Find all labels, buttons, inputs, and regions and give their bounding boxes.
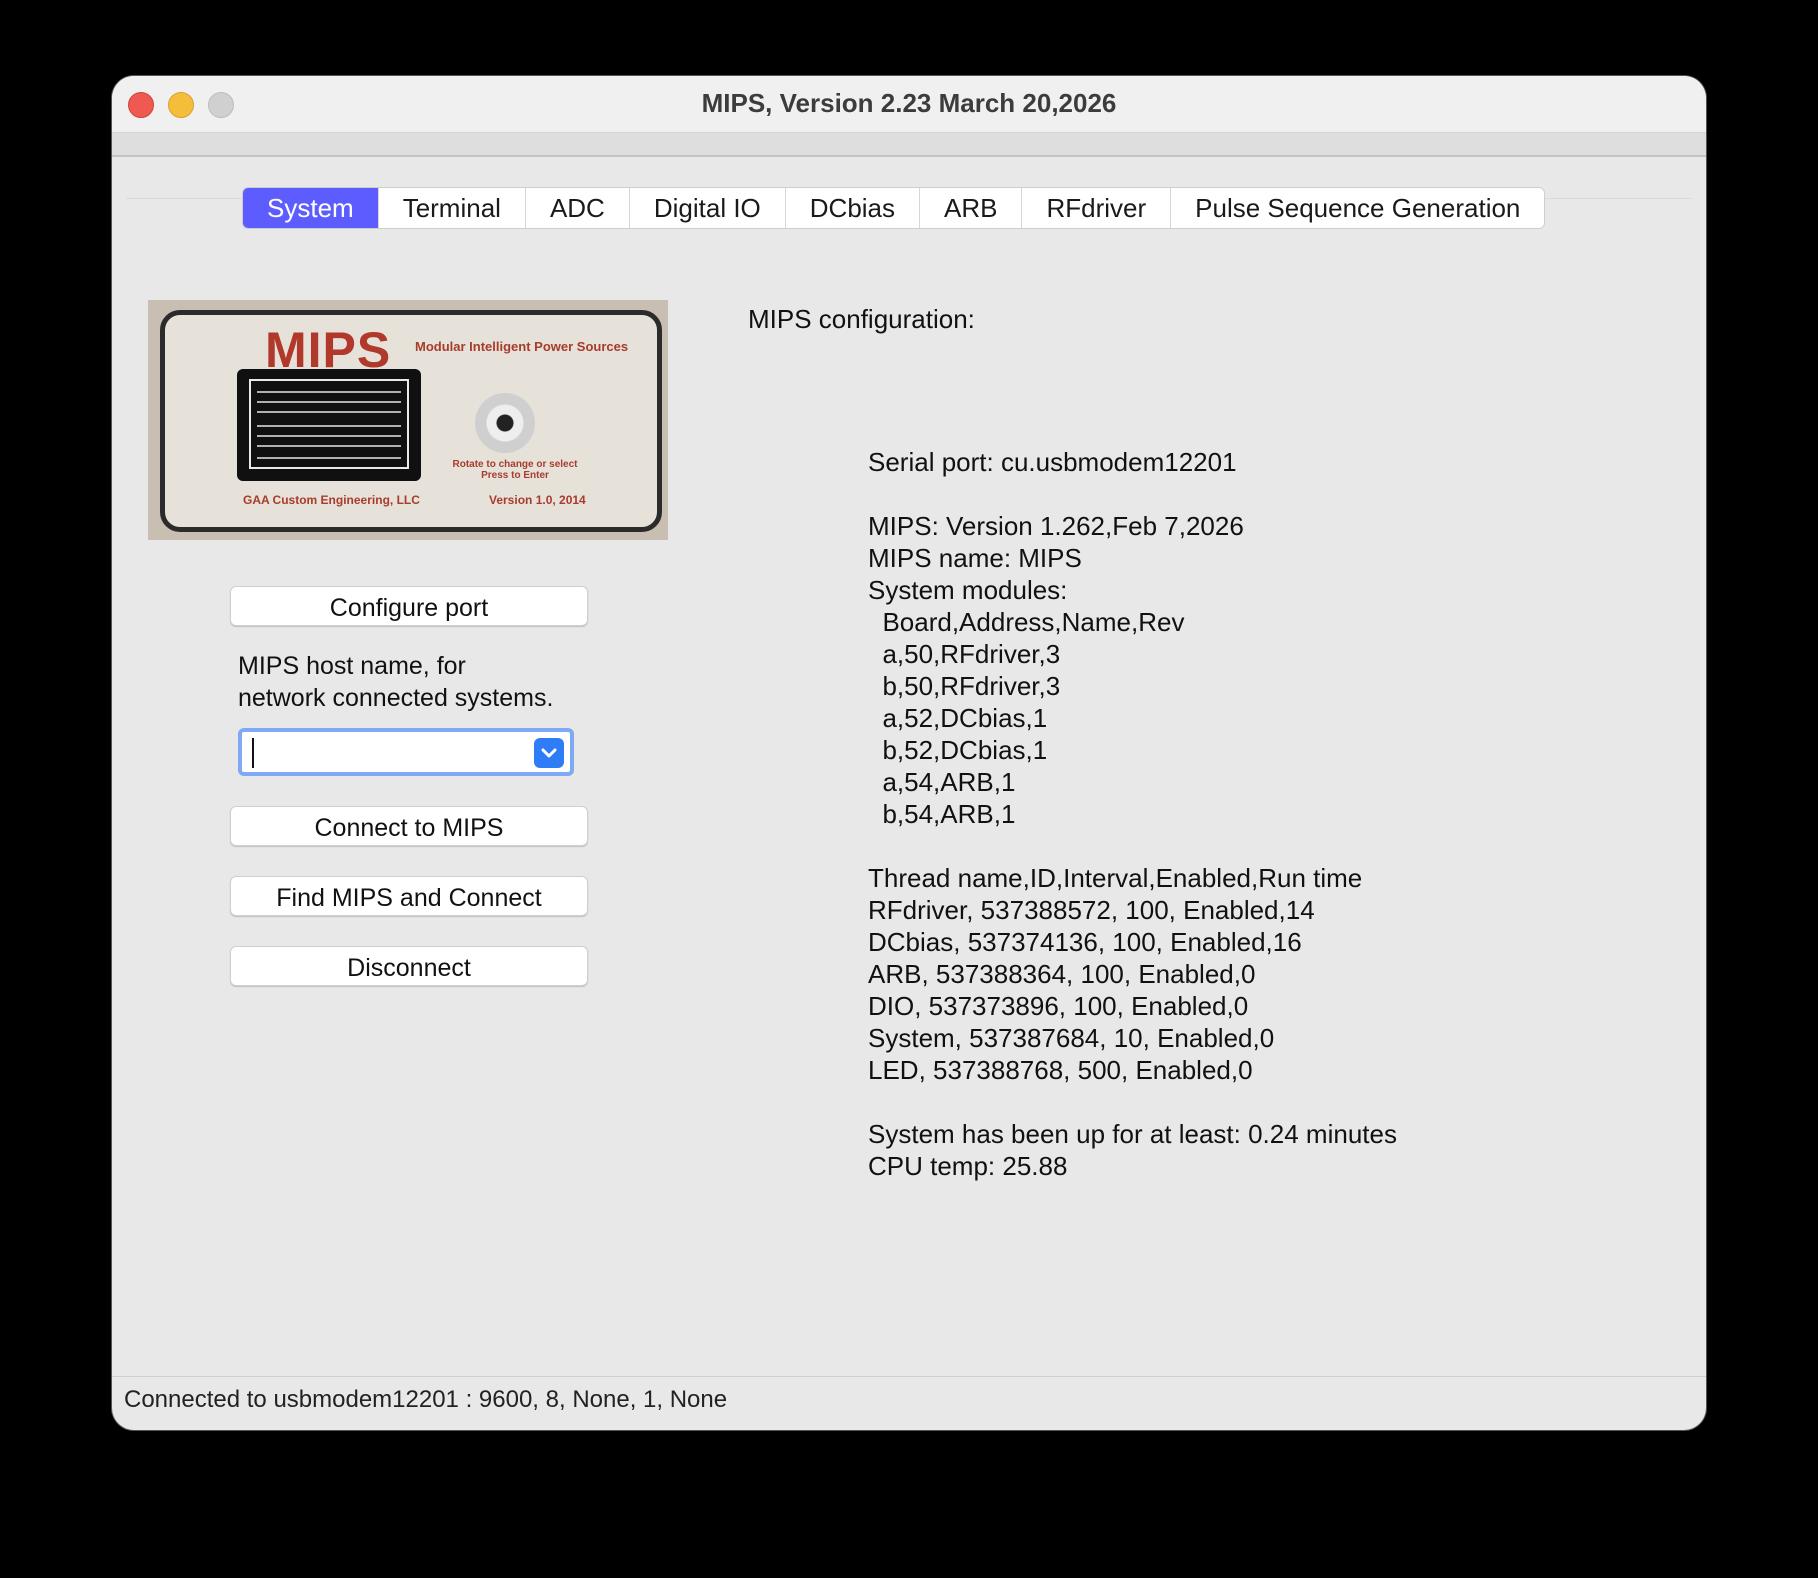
disconnect-button[interactable]: Disconnect	[230, 946, 588, 986]
screen-text-line	[257, 435, 401, 437]
status-bar-text: Connected to usbmodem12201 : 9600, 8, No…	[124, 1386, 728, 1413]
mips-device-image: MIPS Modular Intelligent Power Sources R…	[148, 300, 668, 540]
tab-system[interactable]: System	[243, 188, 379, 228]
screen-text-line	[257, 457, 401, 459]
screen-text-line	[257, 391, 401, 393]
tab-digital-io[interactable]: Digital IO	[630, 188, 786, 228]
device-knob-label: Rotate to change or select Press to Ente…	[452, 459, 578, 481]
screen-text-line	[257, 401, 401, 403]
tab-bar: System Terminal ADC Digital IO DCbias AR…	[242, 187, 1546, 229]
host-name-label-text: MIPS host name, for network connected sy…	[238, 652, 554, 712]
configure-port-button[interactable]: Configure port	[230, 586, 588, 626]
tab-rfdriver[interactable]: RFdriver	[1022, 188, 1172, 228]
toolbar	[112, 133, 1706, 157]
main-window: MIPS, Version 2.23 March 20,2026 System …	[112, 76, 1706, 1430]
screen-text-line	[257, 411, 401, 413]
chevron-down-icon[interactable]	[534, 738, 564, 768]
window-title: MIPS, Version 2.23 March 20,2026	[701, 88, 1117, 118]
tab-dcbias[interactable]: DCbias	[786, 188, 921, 228]
screen-text-line	[257, 425, 401, 427]
mips-configuration-text: Serial port: cu.usbmodem12201 MIPS: Vers…	[868, 447, 1397, 1181]
device-maker: GAA Custom Engineering, LLC	[243, 493, 420, 507]
tab-terminal[interactable]: Terminal	[379, 188, 526, 228]
mips-configuration-label: MIPS configuration:	[748, 304, 975, 334]
text-caret	[252, 738, 254, 768]
device-screen	[237, 369, 421, 481]
find-mips-and-connect-button[interactable]: Find MIPS and Connect	[230, 876, 588, 916]
device-tagline: Modular Intelligent Power Sources	[415, 339, 629, 354]
screen-text-line	[257, 445, 401, 447]
tab-adc[interactable]: ADC	[526, 188, 630, 228]
device-panel: MIPS Modular Intelligent Power Sources R…	[160, 310, 662, 532]
device-screen-inner	[249, 379, 409, 469]
tab-arb[interactable]: ARB	[920, 188, 1023, 228]
device-version: Version 1.0, 2014	[489, 493, 586, 507]
title-bar: MIPS, Version 2.23 March 20,2026	[112, 76, 1706, 133]
connect-to-mips-button[interactable]: Connect to MIPS	[230, 806, 588, 846]
status-bar-divider	[112, 1376, 1706, 1377]
tab-pulse-sequence-generation[interactable]: Pulse Sequence Generation	[1171, 188, 1544, 228]
host-name-label: MIPS host name, for network connected sy…	[238, 650, 553, 714]
device-knob	[475, 393, 535, 453]
host-name-combobox[interactable]	[238, 728, 574, 776]
